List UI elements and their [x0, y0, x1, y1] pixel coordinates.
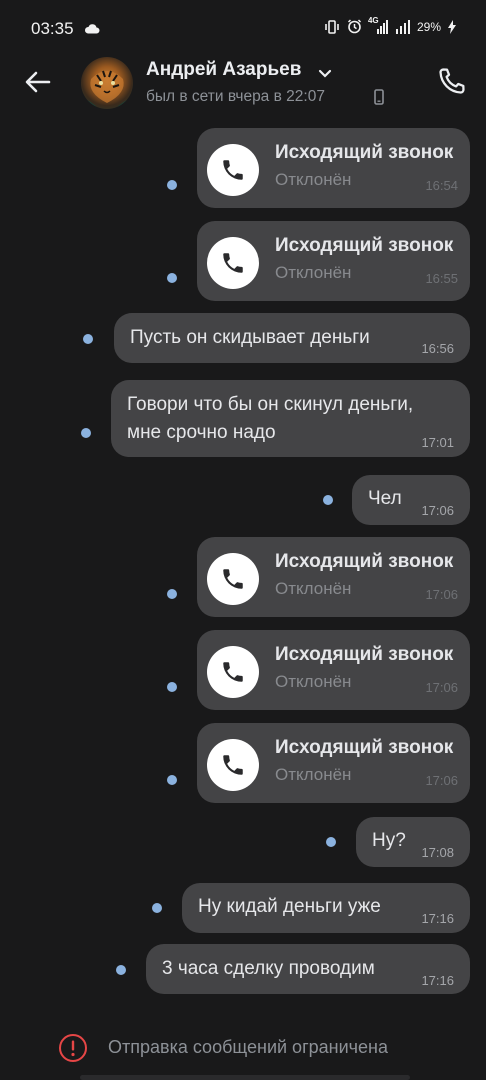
call-title: Исходящий звонок [275, 551, 454, 572]
message-time: 17:08 [421, 845, 454, 860]
message-time: 16:54 [425, 178, 458, 193]
message-text[interactable]: Пусть он скидывает деньги 16:56 [80, 313, 470, 363]
network-icon: 4G [368, 16, 389, 34]
text-bubble[interactable]: Говори что бы он скинул деньги, мне сроч… [111, 380, 470, 457]
mobile-device-icon [374, 89, 384, 110]
warning-icon [58, 1033, 88, 1068]
message-list[interactable]: Исходящий звонок Отклонён 16:54 Исходящи… [0, 112, 486, 1017]
back-arrow-icon[interactable] [22, 66, 54, 98]
chevron-down-icon[interactable] [318, 66, 332, 84]
restricted-message: Отправка сообщений ограничена [108, 1037, 388, 1057]
status-time: 03:35 [31, 19, 74, 38]
message-time: 16:56 [421, 341, 454, 356]
battery-percent: 29% [416, 19, 441, 34]
contact-name[interactable]: Андрей Азарьев [146, 59, 301, 81]
messaging-restricted-bar: Отправка сообщений ограничена [0, 1017, 486, 1080]
call-status: Отклонён [275, 765, 352, 784]
phone-icon [223, 569, 243, 589]
bottom-divider [80, 1075, 410, 1080]
message-body: Ну? [372, 830, 406, 851]
phone-icon [223, 253, 243, 273]
text-bubble[interactable]: Ну кидай деньги уже 17:16 [182, 883, 470, 933]
avatar[interactable] [81, 57, 133, 109]
call-title: Исходящий звонок [275, 644, 454, 665]
message-body: Ну кидай деньги уже [198, 896, 381, 917]
unread-dot [152, 903, 162, 913]
status-bar: 03:35 4G 29% [0, 0, 486, 56]
message-time: 17:06 [421, 503, 454, 518]
network-type: 4G [367, 15, 379, 25]
call-title: Исходящий звонок [275, 737, 454, 758]
message-line: мне срочно надо [127, 422, 276, 443]
call-title: Исходящий звонок [275, 142, 454, 163]
call-bubble[interactable]: Исходящий звонок Отклонён 17:06 [197, 537, 470, 617]
unread-dot [323, 495, 333, 505]
call-status: Отклонён [275, 579, 352, 598]
unread-dot [167, 589, 177, 599]
status-icons: 4G 29% [324, 16, 456, 34]
unread-dot [167, 682, 177, 692]
message-text[interactable]: 3 часа сделку проводим 17:16 [112, 944, 470, 994]
message-body: 3 часа сделку проводим [162, 958, 375, 979]
unread-dot [116, 965, 126, 975]
message-text[interactable]: Ну кидай деньги уже 17:16 [148, 883, 470, 933]
call-bubble[interactable]: Исходящий звонок Отклонён 17:06 [197, 723, 470, 803]
call-button[interactable] [207, 237, 259, 289]
message-body: Пусть он скидывает деньги [130, 327, 370, 348]
unread-dot [83, 334, 93, 344]
unread-dot [167, 273, 177, 283]
last-seen-status: был в сети вчера в 22:07 [146, 88, 325, 105]
message-time: 17:01 [421, 435, 454, 450]
phone-icon [223, 755, 243, 775]
message-time: 17:16 [421, 911, 454, 926]
signal-icon [395, 19, 410, 34]
message-time: 17:16 [421, 973, 454, 988]
phone-icon [223, 662, 243, 682]
text-bubble[interactable]: Пусть он скидывает деньги 16:56 [114, 313, 470, 363]
message-time: 17:06 [425, 773, 458, 788]
message-time: 16:55 [425, 271, 458, 286]
call-button[interactable] [207, 739, 259, 791]
unread-dot [167, 775, 177, 785]
call-status: Отклонён [275, 672, 352, 691]
call-status: Отклонён [275, 170, 352, 189]
unread-dot [326, 837, 336, 847]
vibrate-icon [324, 19, 340, 34]
message-body: Чел [368, 488, 402, 509]
message-time: 17:06 [425, 680, 458, 695]
message-call[interactable]: Исходящий звонок Отклонён 17:06 [160, 723, 470, 803]
unread-dot [81, 428, 91, 438]
message-time: 17:06 [425, 587, 458, 602]
call-bubble[interactable]: Исходящий звонок Отклонён 16:55 [197, 221, 470, 301]
message-call[interactable]: Исходящий звонок Отклонён 16:55 [160, 221, 470, 301]
call-bubble[interactable]: Исходящий звонок Отклонён 17:06 [197, 630, 470, 710]
call-button[interactable] [207, 553, 259, 605]
call-bubble[interactable]: Исходящий звонок Отклонён 16:54 [197, 128, 470, 208]
charging-icon [448, 19, 456, 34]
message-call[interactable]: Исходящий звонок Отклонён 17:06 [160, 630, 470, 710]
call-button[interactable] [207, 144, 259, 196]
message-line: Говори что бы он скинул деньги, [127, 394, 414, 415]
chat-header: Андрей Азарьев был в сети вчера в 22:07 [0, 56, 486, 112]
call-status: Отклонён [275, 263, 352, 282]
message-call[interactable]: Исходящий звонок Отклонён 16:54 [160, 128, 470, 208]
call-title: Исходящий звонок [275, 235, 454, 256]
text-bubble[interactable]: Чел 17:06 [352, 475, 470, 525]
call-icon[interactable] [434, 65, 468, 99]
message-text[interactable]: Говори что бы он скинул деньги, мне сроч… [78, 380, 470, 457]
call-button[interactable] [207, 646, 259, 698]
cloud-icon [84, 21, 100, 39]
alarm-icon [347, 19, 362, 34]
message-text[interactable]: Чел 17:06 [318, 475, 470, 525]
phone-icon [223, 160, 243, 180]
text-bubble[interactable]: 3 часа сделку проводим 17:16 [146, 944, 470, 994]
message-text[interactable]: Ну? 17:08 [322, 817, 470, 867]
unread-dot [167, 180, 177, 190]
message-call[interactable]: Исходящий звонок Отклонён 17:06 [160, 537, 470, 617]
text-bubble[interactable]: Ну? 17:08 [356, 817, 470, 867]
